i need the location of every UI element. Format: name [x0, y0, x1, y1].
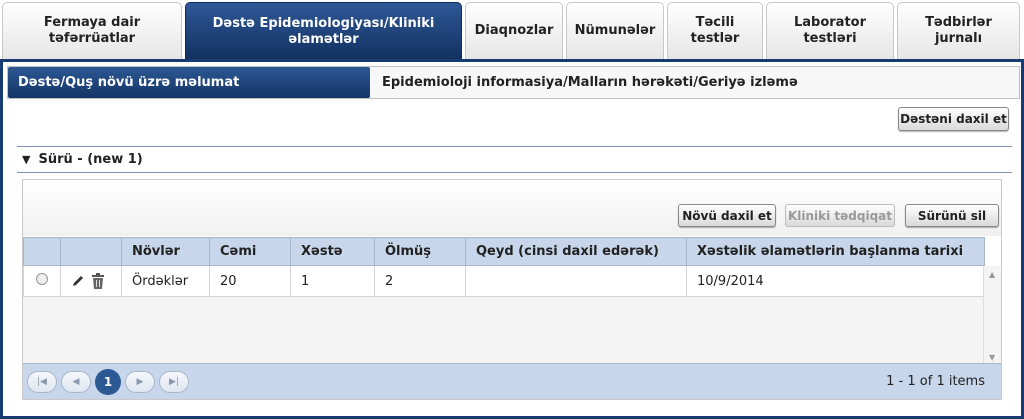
- select-column-header: [23, 237, 61, 266]
- subtab-herd-species-info[interactable]: Dəstə/Quş növü üzrə məlumat: [8, 67, 370, 98]
- sub-tab-bar: Dəstə/Quş növü üzrə məlumat Epidemioloji…: [7, 66, 1020, 99]
- divider: [17, 172, 1012, 173]
- species-table: Növlər Cəmi Xəstə Ölmüş Qeyd (cinsi daxi…: [23, 237, 985, 297]
- note-cell: [465, 265, 687, 297]
- divider: [17, 146, 1012, 147]
- add-herd-button[interactable]: Dəstəni daxil et: [898, 107, 1009, 131]
- top-tab-bar: Fermaya dair təfərrüatlar Dəstə Epidemio…: [0, 0, 1024, 61]
- first-page-icon[interactable]: |◀: [27, 371, 57, 393]
- tab-urgent-tests[interactable]: Təcili testlər: [667, 2, 763, 59]
- scroll-up-icon[interactable]: ▲: [989, 270, 995, 279]
- onset-date-cell: 10/9/2014: [686, 265, 985, 297]
- collapse-arrow-icon[interactable]: ▼: [22, 153, 30, 166]
- column-header[interactable]: Qeyd (cinsi daxil edərək): [465, 237, 687, 266]
- column-header[interactable]: Xəstə: [290, 237, 375, 266]
- tab-action-log[interactable]: Tədbirlər jurnalı: [897, 2, 1020, 59]
- last-page-icon[interactable]: ▶|: [159, 371, 189, 393]
- content-frame: Dəstə/Quş növü üzrə məlumat Epidemioloji…: [0, 59, 1024, 419]
- total-cell: 20: [209, 265, 291, 297]
- species-cell: Ördəklər: [121, 265, 210, 297]
- next-page-icon[interactable]: ▶: [125, 371, 155, 393]
- table-row[interactable]: Ördəklər 20 1 2 10/9/2014: [23, 265, 985, 297]
- row-radio[interactable]: [36, 273, 48, 285]
- grid-empty-area: [23, 297, 985, 365]
- pager-info: 1 - 1 of 1 items: [886, 374, 985, 389]
- page-number-button[interactable]: 1: [95, 369, 121, 395]
- tab-lab-tests[interactable]: Laborator testləri: [766, 2, 894, 59]
- edit-pencil-icon[interactable]: [71, 274, 85, 288]
- scroll-down-icon[interactable]: ▼: [989, 353, 995, 362]
- prev-page-icon[interactable]: ◀: [61, 371, 91, 393]
- delete-herd-button[interactable]: Sürünü sil: [905, 204, 999, 227]
- row-actions-cell: [60, 265, 122, 297]
- clinical-study-button[interactable]: Kliniki tədqiqat: [785, 204, 895, 227]
- column-header[interactable]: Ölmüş: [374, 237, 466, 266]
- tab-farm-details[interactable]: Fermaya dair təfərrüatlar: [2, 2, 182, 59]
- grid-toolbar: Növü daxil et Kliniki tədqiqat Sürünü si…: [23, 180, 1001, 236]
- dead-cell: 2: [374, 265, 466, 297]
- table-header-row: Növlər Cəmi Xəstə Ölmüş Qeyd (cinsi daxi…: [23, 237, 985, 266]
- add-species-button[interactable]: Növü daxil et: [678, 204, 776, 227]
- sick-cell: 1: [290, 265, 375, 297]
- subtab-epidemiological-info[interactable]: Epidemioloji informasiya/Malların hərəkə…: [370, 67, 798, 98]
- tab-samples[interactable]: Nümunələr: [566, 2, 664, 59]
- trash-icon[interactable]: [91, 273, 105, 289]
- herd-section-title: Sürü - (new 1): [38, 152, 143, 167]
- column-header[interactable]: Xəstəlik əlamətlərin başlanma tarixi: [686, 237, 985, 266]
- actions-column-header: [60, 237, 122, 266]
- tab-diagnoses[interactable]: Diaqnozlar: [465, 2, 563, 59]
- grid-pager: |◀ ◀ 1 ▶ ▶| 1 - 1 of 1 items: [23, 363, 1001, 399]
- column-header[interactable]: Növlər: [121, 237, 210, 266]
- column-header[interactable]: Cəmi: [209, 237, 291, 266]
- herd-section-header[interactable]: ▼ Sürü - (new 1): [22, 152, 143, 167]
- vertical-scrollbar[interactable]: ▲ ▼: [983, 266, 1001, 366]
- tab-herd-epidemiology[interactable]: Dəstə Epidemiologiyası/Kliniki əlamətlər: [185, 2, 462, 61]
- species-grid: Növü daxil et Kliniki tədqiqat Sürünü si…: [22, 179, 1002, 400]
- row-select-cell[interactable]: [23, 265, 61, 297]
